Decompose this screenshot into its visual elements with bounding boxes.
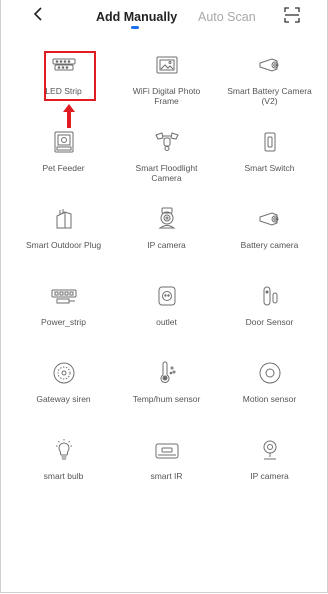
device-floodlight-camera[interactable]: Smart Floodlight Camera — [115, 125, 218, 202]
device-ip-camera-2[interactable]: IP camera — [218, 433, 321, 510]
device-label: Smart Floodlight Camera — [135, 163, 198, 183]
motion-sensor-icon — [259, 362, 280, 384]
tab-add-manually[interactable]: Add Manually — [96, 10, 177, 24]
ip-camera-icon — [157, 207, 176, 229]
device-label: WiFi Digital Photo Frame — [132, 86, 201, 106]
scan-icon[interactable] — [284, 7, 300, 23]
top-bar: Add Manually Auto Scan — [0, 0, 328, 34]
device-label: Door Sensor — [245, 317, 294, 327]
active-tab-indicator — [131, 26, 139, 29]
photo-frame-icon — [156, 56, 177, 74]
device-label: smart IR — [150, 471, 183, 481]
webcam-icon — [263, 440, 276, 460]
ir-remote-icon — [155, 443, 178, 459]
thermometer-icon — [160, 361, 175, 383]
device-door-sensor[interactable]: Door Sensor — [218, 279, 321, 356]
device-battery-camera-v2[interactable]: Smart Battery Camera (V2) — [218, 48, 321, 125]
device-smart-switch[interactable]: Smart Switch — [218, 125, 321, 202]
arrow-up-icon — [63, 104, 75, 128]
device-gateway-siren[interactable]: Gateway siren — [12, 356, 115, 433]
back-chevron-icon[interactable] — [30, 5, 48, 23]
device-outlet[interactable]: outlet — [115, 279, 218, 356]
siren-icon — [53, 362, 74, 384]
device-outdoor-plug[interactable]: Smart Outdoor Plug — [12, 202, 115, 279]
highlight-box — [44, 51, 96, 101]
battery-camera-icon — [259, 212, 278, 226]
device-temp-hum-sensor[interactable]: Temp/hum sensor — [115, 356, 218, 433]
battery-camera-icon — [259, 58, 278, 72]
device-photo-frame[interactable]: WiFi Digital Photo Frame — [115, 48, 218, 125]
device-pet-feeder[interactable]: Pet Feeder — [12, 125, 115, 202]
door-sensor-icon — [263, 286, 277, 306]
device-label: Smart Switch — [244, 163, 295, 173]
device-label: Power_strip — [41, 317, 86, 327]
tab-auto-scan[interactable]: Auto Scan — [198, 10, 256, 24]
switch-icon — [264, 132, 275, 152]
device-label: outlet — [156, 317, 177, 327]
outlet-icon — [158, 286, 175, 306]
device-label: Smart Battery Camera (V2) — [227, 86, 312, 106]
device-label: Battery camera — [240, 240, 299, 250]
device-label: Smart Outdoor Plug — [25, 240, 102, 250]
pet-feeder-icon — [54, 131, 73, 153]
device-label: Temp/hum sensor — [132, 394, 201, 404]
device-ip-camera[interactable]: IP camera — [115, 202, 218, 279]
floodlight-camera-icon — [154, 132, 179, 151]
device-label: Pet Feeder — [42, 163, 85, 173]
device-battery-camera[interactable]: Battery camera — [218, 202, 321, 279]
device-label: Motion sensor — [242, 394, 297, 404]
device-label: IP camera — [147, 240, 186, 250]
device-label: smart bulb — [43, 471, 84, 481]
device-power-strip[interactable]: Power_strip — [12, 279, 115, 356]
outdoor-plug-icon — [56, 209, 71, 229]
device-smart-bulb[interactable]: smart bulb — [12, 433, 115, 510]
device-label: Gateway siren — [36, 394, 91, 404]
device-motion-sensor[interactable]: Motion sensor — [218, 356, 321, 433]
device-grid: LED Strip WiFi Digital Photo Frame Smart… — [12, 48, 328, 510]
bulb-icon — [55, 439, 72, 460]
device-label: IP camera — [250, 471, 289, 481]
power-strip-icon — [51, 289, 76, 304]
device-smart-ir[interactable]: smart IR — [115, 433, 218, 510]
